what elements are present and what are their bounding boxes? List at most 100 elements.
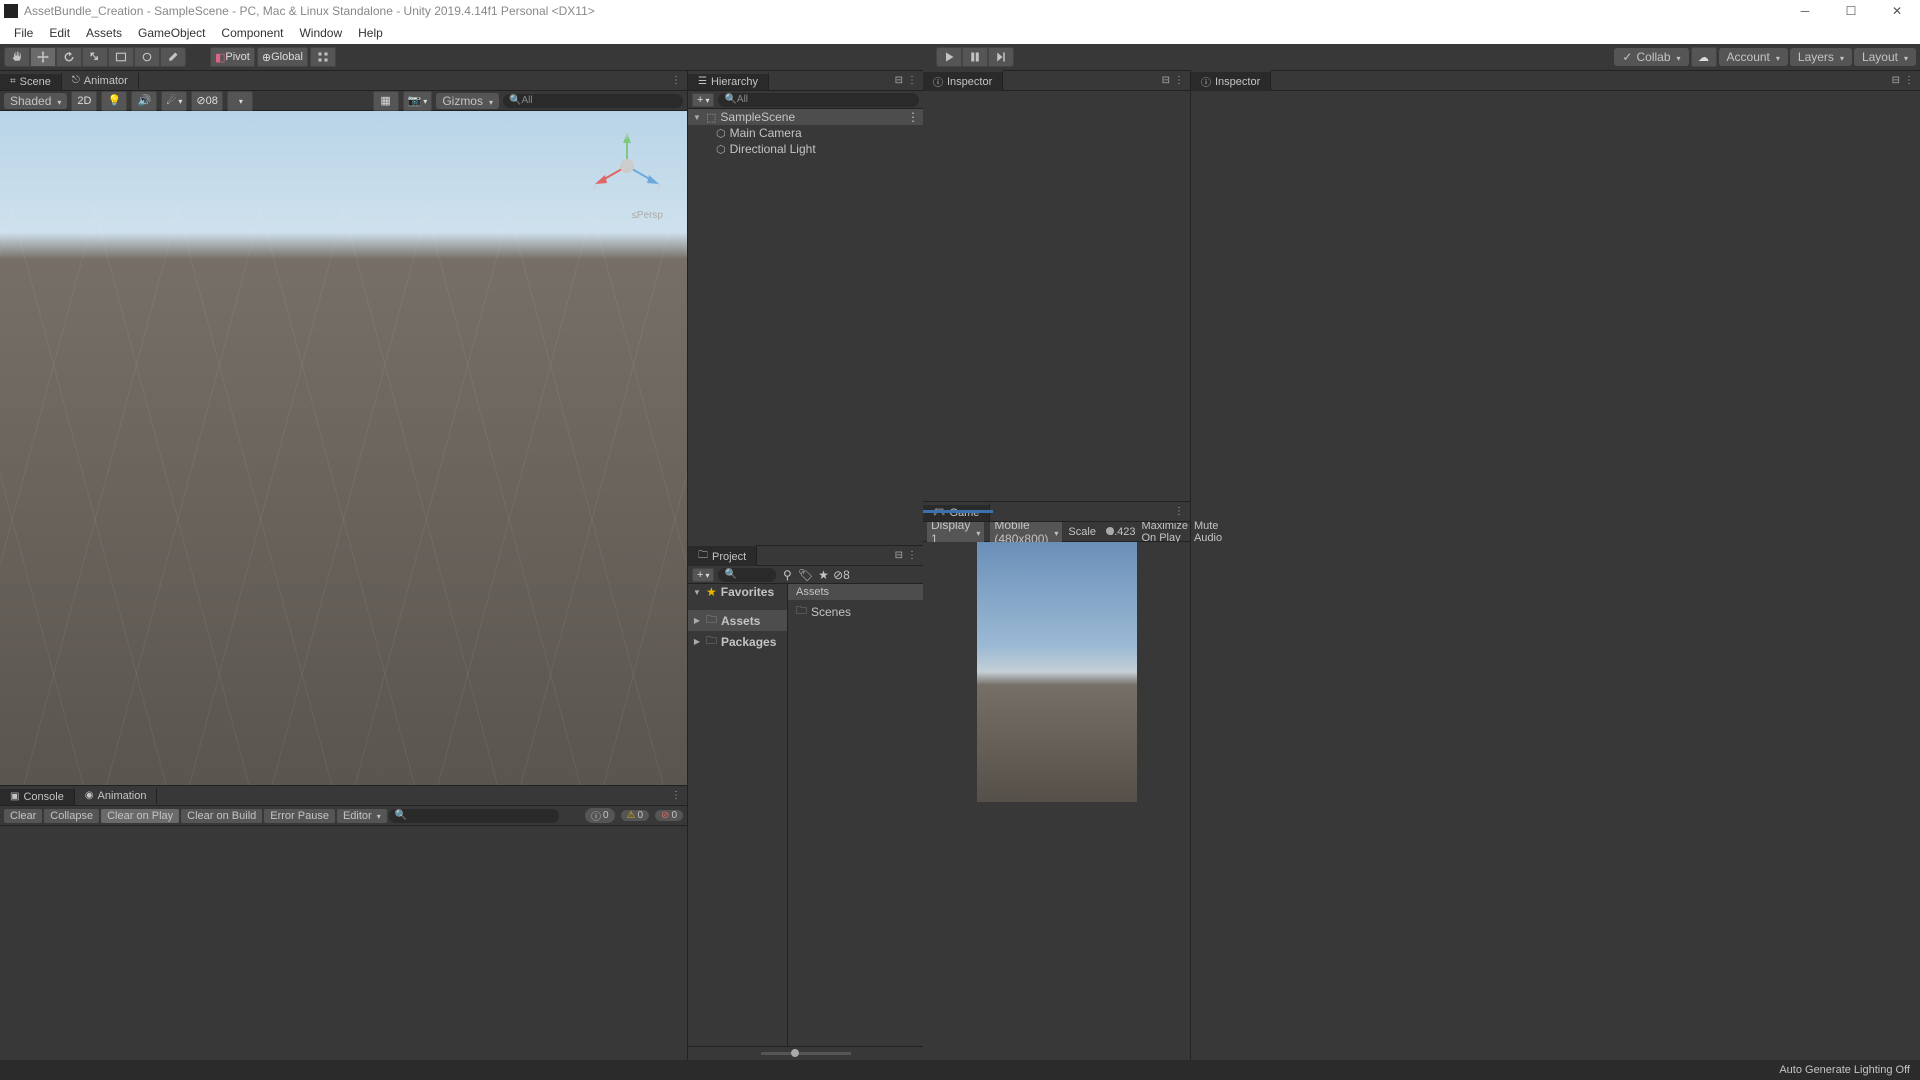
console-warning-count[interactable]: ⚠0 <box>621 810 650 821</box>
collab-dropdown[interactable]: ✓Collab <box>1614 48 1688 66</box>
projection-label[interactable]: ≤Persp <box>631 210 663 221</box>
transform-tool-button[interactable] <box>134 47 160 67</box>
step-button[interactable] <box>988 47 1014 67</box>
tab-inspector[interactable]: ⓘInspector <box>923 70 1003 91</box>
audio-toggle-button[interactable]: 🔊 <box>131 91 157 111</box>
lock-icon[interactable]: ⊟ <box>1162 75 1170 86</box>
menu-assets[interactable]: Assets <box>78 24 130 42</box>
console-collapse-button[interactable]: Collapse <box>44 809 99 823</box>
panel-menu-button[interactable]: ⋮ <box>671 790 681 801</box>
project-breadcrumb[interactable]: Assets <box>788 584 923 600</box>
window-maximize-button[interactable]: ☐ <box>1828 0 1874 22</box>
hidden-packages-button[interactable]: ⊘8 <box>834 568 848 582</box>
play-button[interactable] <box>936 47 962 67</box>
tab-animation[interactable]: ◉Animation <box>75 788 158 804</box>
project-favorites[interactable]: ▼★Favorites <box>688 584 787 600</box>
create-dropdown[interactable]: + <box>692 93 714 107</box>
hidden-objects-button[interactable]: ⊘0 8 <box>191 91 222 111</box>
scene-search-input[interactable]: 🔍 All <box>503 94 683 108</box>
console-error-count[interactable]: ⊘0 <box>655 810 683 821</box>
orientation-gizmo[interactable]: y x z ≤Persp <box>587 131 667 221</box>
filter-by-type-button[interactable]: ⚲ <box>780 568 794 582</box>
layout-dropdown[interactable]: Layout <box>1854 48 1916 66</box>
2d-toggle-button[interactable]: 2D <box>71 91 97 111</box>
create-dropdown[interactable]: + <box>692 568 714 582</box>
menu-gameobject[interactable]: GameObject <box>130 24 213 42</box>
console-editor-dropdown[interactable]: Editor <box>337 809 387 823</box>
console-log-area[interactable] <box>0 826 687 1060</box>
scene-menu-button[interactable]: ⋮ <box>907 110 919 124</box>
hierarchy-item[interactable]: ⬡ Directional Light <box>688 141 923 157</box>
project-packages-folder[interactable]: ▶🗀Packages <box>688 631 787 652</box>
panel-menu-button[interactable]: ⋮ <box>1174 75 1184 86</box>
shading-mode-dropdown[interactable]: Shaded <box>4 93 67 109</box>
hand-tool-button[interactable] <box>4 47 30 67</box>
layers-dropdown[interactable]: Layers <box>1790 48 1852 66</box>
rotate-tool-button[interactable] <box>56 47 82 67</box>
expand-arrow-icon[interactable]: ▼ <box>692 113 702 122</box>
menu-edit[interactable]: Edit <box>41 24 78 42</box>
window-close-button[interactable]: ✕ <box>1874 0 1920 22</box>
scale-tool-button[interactable] <box>82 47 108 67</box>
cloud-button[interactable]: ☁ <box>1691 47 1717 67</box>
maximize-on-play-toggle[interactable]: Maximize On Play <box>1141 520 1187 544</box>
menu-window[interactable]: Window <box>291 24 350 42</box>
lock-icon[interactable]: ⊟ <box>895 75 903 86</box>
menubar: File Edit Assets GameObject Component Wi… <box>0 22 1920 44</box>
console-clear-button[interactable]: Clear <box>4 809 42 823</box>
lighting-status[interactable]: Auto Generate Lighting Off <box>1779 1064 1910 1076</box>
console-clear-on-build-button[interactable]: Clear on Build <box>181 809 262 823</box>
lighting-toggle-button[interactable]: 💡 <box>101 91 127 111</box>
menu-component[interactable]: Component <box>213 24 291 42</box>
global-toggle-button[interactable]: ⊕ Global <box>257 47 308 67</box>
move-tool-button[interactable] <box>30 47 56 67</box>
panel-menu-button[interactable]: ⋮ <box>1174 506 1184 517</box>
gizmos-dropdown[interactable]: Gizmos <box>436 93 499 109</box>
lock-icon[interactable]: ⊟ <box>1892 75 1900 86</box>
pivot-toggle-button[interactable]: ◧ Pivot <box>210 47 255 67</box>
project-content-area[interactable]: Assets 🗀Scenes <box>788 584 923 1046</box>
scene-camera-button[interactable] <box>227 91 253 111</box>
project-tree[interactable]: ▼★Favorites ▶🗀Assets ▶🗀Packages <box>688 584 788 1046</box>
snap-toggle-button[interactable] <box>310 47 336 67</box>
camera-settings-button[interactable]: 📷 <box>403 91 433 111</box>
tab-console[interactable]: ▣Console <box>0 787 75 805</box>
panel-menu-button[interactable]: ⋮ <box>671 75 681 86</box>
project-folder-item[interactable]: 🗀Scenes <box>788 600 923 623</box>
hierarchy-search-input[interactable]: 🔍 All <box>718 93 919 107</box>
game-view[interactable] <box>923 542 1190 1060</box>
hierarchy-scene-row[interactable]: ▼ ⬚ SampleScene ⋮ <box>688 109 923 125</box>
project-search-input[interactable]: 🔍 <box>718 568 776 582</box>
window-minimize-button[interactable]: ─ <box>1782 0 1828 22</box>
grid-toggle-button[interactable]: ▦ <box>373 91 399 111</box>
rect-tool-button[interactable] <box>108 47 134 67</box>
console-clear-on-play-button[interactable]: Clear on Play <box>101 809 179 823</box>
panel-menu-button[interactable]: ⋮ <box>1904 75 1914 86</box>
tab-project[interactable]: 🗀Project <box>688 544 757 567</box>
tab-hierarchy[interactable]: ☰Hierarchy <box>688 72 769 90</box>
tab-animator[interactable]: ⎋Animator <box>62 73 139 89</box>
scene-view[interactable]: y x z ≤Persp <box>0 111 687 785</box>
filter-by-label-button[interactable]: 🏷 <box>798 568 812 582</box>
console-error-pause-button[interactable]: Error Pause <box>264 809 335 823</box>
hierarchy-tree[interactable]: ▼ ⬚ SampleScene ⋮ ⬡ Main Camera ⬡ Direct… <box>688 109 923 545</box>
favorite-filter-button[interactable]: ★ <box>816 568 830 582</box>
fx-toggle-button[interactable]: ☄ <box>161 91 187 111</box>
lock-icon[interactable]: ⊟ <box>895 550 903 561</box>
hierarchy-item[interactable]: ⬡ Main Camera <box>688 125 923 141</box>
pause-button[interactable] <box>962 47 988 67</box>
tab-inspector[interactable]: ⓘInspector <box>1191 70 1271 91</box>
menu-help[interactable]: Help <box>350 24 391 42</box>
menu-file[interactable]: File <box>6 24 41 42</box>
inspector-body <box>923 91 1190 501</box>
panel-menu-button[interactable]: ⋮ <box>907 75 917 86</box>
panel-menu-button[interactable]: ⋮ <box>907 550 917 561</box>
console-info-count[interactable]: ⓘ0 <box>585 808 615 823</box>
custom-tool-button[interactable] <box>160 47 186 67</box>
account-dropdown[interactable]: Account <box>1719 48 1788 66</box>
search-icon: 🔍 <box>724 94 736 105</box>
tab-scene[interactable]: ⌗Scene <box>0 72 62 90</box>
project-icon-size-slider[interactable] <box>688 1046 923 1060</box>
console-search-input[interactable]: 🔍 <box>389 809 559 823</box>
project-assets-folder[interactable]: ▶🗀Assets <box>688 610 787 631</box>
